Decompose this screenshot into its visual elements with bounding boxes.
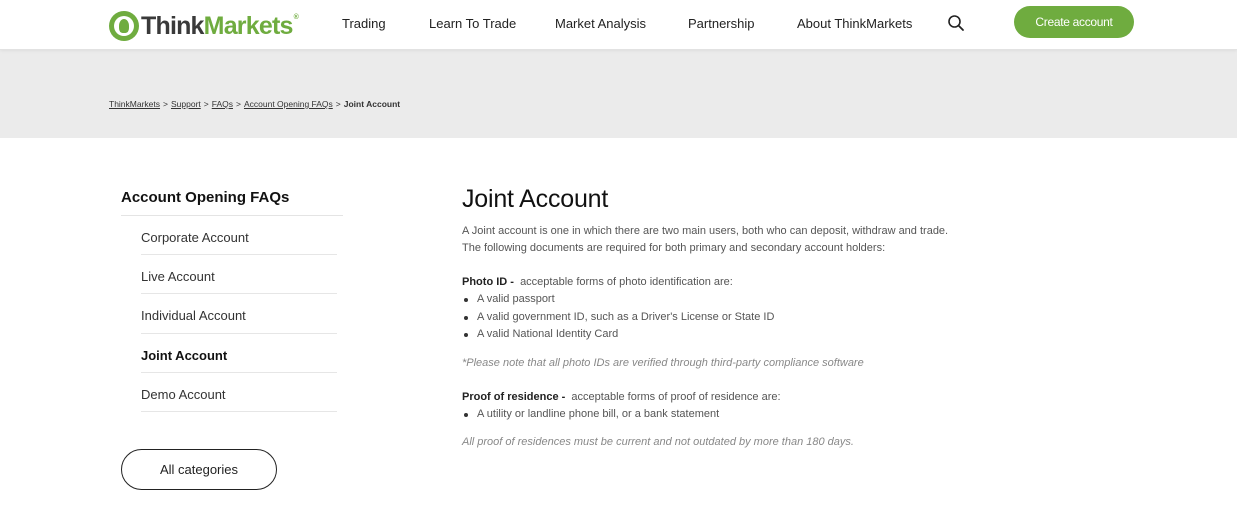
breadcrumb-link-support[interactable]: Support	[171, 99, 201, 109]
nav-trading[interactable]: Trading	[342, 16, 386, 31]
proof-of-residence-list: A utility or landline phone bill, or a b…	[462, 406, 1062, 424]
proof-of-residence-text: acceptable forms of proof of residence a…	[571, 390, 781, 403]
lightbulb-logo-icon	[109, 11, 139, 41]
list-item: A utility or landline phone bill, or a b…	[462, 406, 1062, 424]
breadcrumb-separator: >	[335, 99, 341, 109]
intro-line: A Joint account is one in which there ar…	[462, 225, 949, 237]
logo-markets-text: Markets	[203, 12, 294, 40]
search-icon[interactable]	[947, 14, 965, 32]
proof-of-residence-heading: Proof of residence - acceptable forms of…	[462, 389, 1062, 406]
site-header: ThinkMarkets® Trading Learn To Trade Mar…	[0, 0, 1237, 50]
breadcrumb: ThinkMarkets > Support > FAQs > Account Openin…	[109, 99, 400, 109]
article: Joint Account A Joint account is one in …	[462, 184, 1062, 450]
logo-wordmark: ThinkMarkets®	[141, 11, 299, 41]
sidebar-item-individual-account[interactable]: Individual Account	[141, 294, 337, 334]
sidebar-title: Account Opening FAQs	[121, 189, 290, 206]
list-item: A valid government ID, such as a Driver'…	[462, 309, 1062, 327]
breadcrumb-link-account-opening-faqs[interactable]: Account Opening FAQs	[244, 99, 333, 109]
breadcrumb-separator: >	[163, 99, 168, 109]
photo-id-text: acceptable forms of photo identification…	[520, 276, 733, 288]
nav-partnership[interactable]: Partnership	[688, 16, 754, 31]
proof-of-residence-note: All proof of residences must be current …	[462, 436, 854, 448]
nav-about-thinkmarkets[interactable]: About ThinkMarkets	[797, 16, 912, 31]
breadcrumb-current: Joint Account	[343, 99, 401, 109]
page-title: Joint Account	[462, 185, 609, 213]
intro-line: The following documents are required for…	[462, 242, 886, 254]
logo-think-text: Think	[141, 12, 204, 40]
nav-market-analysis[interactable]: Market Analysis	[555, 16, 646, 31]
photo-id-list: A valid passport A valid government ID, …	[462, 291, 1062, 344]
registered-mark: ®	[293, 14, 299, 21]
sidebar-item-demo-account[interactable]: Demo Account	[141, 373, 337, 412]
create-account-button[interactable]: Create account	[1014, 6, 1134, 38]
breadcrumb-separator: >	[236, 99, 241, 109]
list-item: A valid National Identity Card	[462, 326, 1062, 344]
photo-id-note: *Please note that all photo IDs are veri…	[462, 356, 864, 369]
photo-id-label: Photo ID -	[462, 276, 514, 288]
thinkmarkets-logo[interactable]: ThinkMarkets®	[109, 10, 299, 42]
article-intro: A Joint account is one in which there ar…	[462, 223, 1062, 257]
nav-learn-to-trade[interactable]: Learn To Trade	[429, 16, 516, 31]
sidebar-list: Corporate Account Live Account Individua…	[141, 216, 337, 412]
sidebar-item-joint-account[interactable]: Joint Account	[141, 334, 337, 373]
sidebar-item-corporate-account[interactable]: Corporate Account	[141, 216, 337, 256]
proof-of-residence-label: Proof of residence -	[462, 390, 566, 403]
photo-id-heading: Photo ID - acceptable forms of photo ide…	[462, 274, 1062, 291]
breadcrumb-link-faqs[interactable]: FAQs	[212, 99, 233, 109]
sidebar-item-live-account[interactable]: Live Account	[141, 255, 337, 295]
breadcrumb-link-thinkmarkets[interactable]: ThinkMarkets	[109, 99, 160, 109]
breadcrumb-separator: >	[203, 99, 209, 109]
breadcrumb-band: ThinkMarkets > Support > FAQs > Account Openin…	[0, 50, 1237, 138]
all-categories-button[interactable]: All categories	[121, 449, 277, 490]
list-item: A valid passport	[462, 291, 1062, 309]
